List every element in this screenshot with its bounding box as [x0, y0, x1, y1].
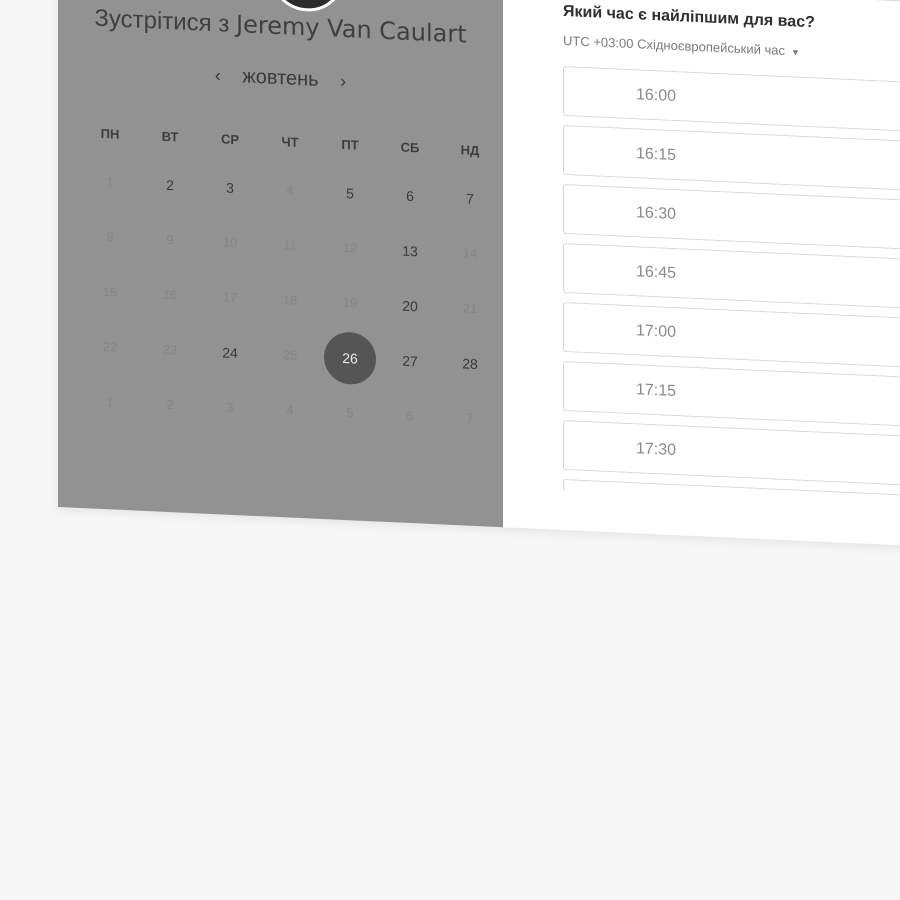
unavailable-day: 9	[166, 231, 174, 248]
weekday-label: ВТ	[161, 128, 179, 144]
time-question: Який час є найліпшим для вас?	[563, 2, 815, 32]
weekday-label: СР	[220, 130, 240, 147]
available-day[interactable]: 7	[440, 189, 500, 208]
unavailable-day: 1	[106, 174, 114, 190]
unavailable-day: 2	[166, 396, 174, 413]
weekday-label: ПН	[100, 125, 120, 142]
unavailable-day: 23	[162, 341, 178, 358]
booking-widget-scene: Зустрітися з Jeremy Van Caulart ‹ жовтен…	[58, 0, 900, 561]
available-day[interactable]: 27	[380, 351, 440, 370]
time-slot-button[interactable]: 17:00	[563, 301, 900, 369]
unavailable-day: 11	[283, 237, 297, 253]
available-day[interactable]: 24	[200, 343, 260, 362]
unavailable-day: 18	[282, 292, 298, 308]
top-field-edge	[563, 0, 900, 3]
unavailable-day: 7	[466, 410, 474, 426]
host-name: Jeremy Van Caulart	[236, 10, 467, 49]
calendar-panel: Зустрітися з Jeremy Van Caulart ‹ жовтен…	[58, 0, 503, 528]
available-day[interactable]: 13	[380, 241, 440, 260]
unavailable-day: 5	[346, 405, 354, 421]
chevron-left-icon[interactable]: ‹	[207, 65, 229, 87]
unavailable-day: 12	[342, 239, 358, 256]
unavailable-day: 14	[462, 245, 478, 262]
time-slot-button[interactable]: 16:45	[563, 242, 900, 310]
host-avatar	[269, 0, 345, 14]
unavailable-day: 25	[282, 347, 298, 363]
unavailable-day: 4	[286, 402, 294, 418]
unavailable-day: 21	[462, 300, 478, 317]
month-navigation: ‹ жовтень ›	[58, 57, 503, 100]
unavailable-day: 4	[286, 182, 294, 198]
unavailable-day: 17	[222, 289, 238, 306]
weekday-label: НД	[460, 141, 480, 158]
available-day[interactable]: 2	[140, 175, 200, 194]
meeting-title: Зустрітися з Jeremy Van Caulart	[58, 2, 503, 51]
booking-card: Зустрітися з Jeremy Van Caulart ‹ жовтен…	[58, 0, 900, 547]
unavailable-day: 3	[226, 399, 234, 415]
time-slot-button[interactable]: 16:30	[563, 183, 900, 251]
weekday-label: СБ	[400, 139, 420, 155]
available-day[interactable]: 6	[380, 186, 440, 205]
selected-day[interactable]: 26	[320, 330, 380, 385]
available-day[interactable]: 5	[320, 183, 380, 202]
unavailable-day: 15	[102, 284, 118, 300]
weekday-label: ЧТ	[281, 133, 299, 150]
unavailable-day: 19	[342, 294, 358, 311]
available-day[interactable]: 3	[200, 178, 260, 197]
unavailable-day: 6	[406, 407, 414, 424]
available-day[interactable]: 28	[440, 354, 500, 373]
time-slot-button[interactable]: 17:30	[563, 419, 900, 487]
unavailable-day: 10	[222, 234, 238, 251]
selected-day-circle: 26	[324, 330, 376, 385]
time-panel: Який час є найліпшим для вас? UTC +03:00…	[503, 0, 900, 547]
unavailable-day: 16	[162, 286, 178, 303]
month-label: жовтень	[242, 65, 319, 91]
time-slot-button[interactable]: 17:15	[563, 360, 900, 428]
available-day[interactable]: 20	[380, 296, 440, 315]
time-slot-button-partial[interactable]	[563, 478, 900, 508]
time-slot-button[interactable]: 16:00	[563, 65, 900, 133]
timezone-selector[interactable]: UTC +03:00 Східноєвропейський час ▼	[563, 33, 800, 59]
time-slot-list: 16:00 16:15 16:30 16:45 17:00 17:15 17:30	[563, 65, 900, 516]
unavailable-day: 22	[102, 339, 118, 355]
unavailable-day: 8	[106, 229, 114, 245]
weekday-label: ПТ	[341, 136, 359, 153]
unavailable-day: 1	[106, 394, 114, 410]
chevron-right-icon[interactable]: ›	[332, 70, 354, 92]
timezone-label: UTC +03:00 Східноєвропейський час	[563, 32, 785, 59]
time-slot-button[interactable]: 16:15	[563, 124, 900, 192]
calendar-grid: ПН ВТ СР ЧТ ПТ СБ НД 1 2 3 4 5 6 7 8 9 10 11 12 13 14 15 16 17 1…	[80, 111, 500, 447]
meeting-title-prefix: Зустрітися з	[94, 4, 230, 38]
caret-down-icon: ▼	[790, 47, 800, 58]
